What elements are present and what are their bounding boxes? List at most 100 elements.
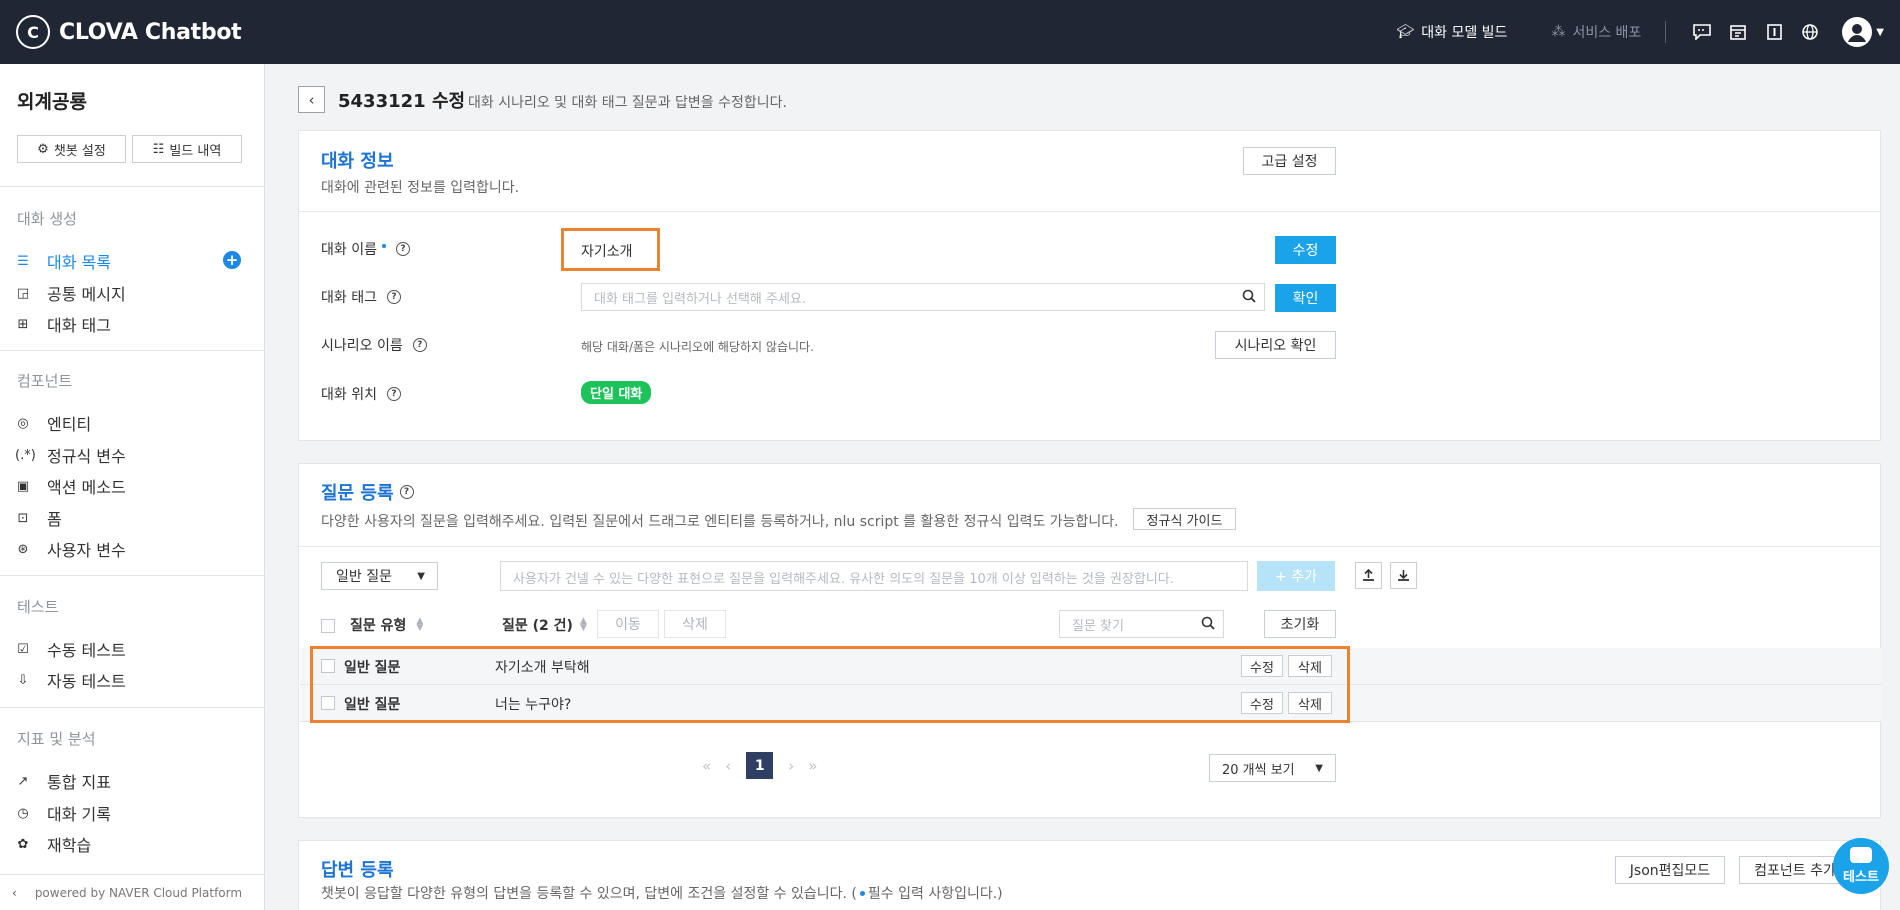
conversation-name-label-text: 대화 이름 <box>321 242 377 258</box>
sidebar-divider <box>0 186 265 187</box>
sidebar-divider <box>0 350 265 351</box>
chevron-down-icon[interactable]: ▼ <box>1876 27 1884 38</box>
advanced-settings-button[interactable]: 고급 설정 <box>1243 147 1336 175</box>
bulk-delete-button[interactable]: 삭제 <box>664 610 726 638</box>
section-analytics: 지표 및 분석 <box>17 730 96 748</box>
page-size-select[interactable]: 20 개씩 보기 ▼ <box>1209 754 1336 782</box>
sidebar-item-regex-variable[interactable]: (.*) 정규식 변수 <box>15 443 126 467</box>
page-title: 5433121 수정 <box>338 91 466 112</box>
globe-icon[interactable] <box>1800 22 1820 42</box>
question-registration-subtitle: 다양한 사용자의 질문을 입력해주세요. 입력된 질문에서 드래그로 엔티티를 … <box>321 514 1119 530</box>
last-page-icon[interactable]: » <box>808 757 817 775</box>
top-navigation-bar: C CLOVA Chatbot 🎓︎ 대화 모델 빌드 ⁂ 서비스 배포 ▼ <box>0 0 1900 64</box>
sidebar-item-auto-test[interactable]: ⇩ 자동 테스트 <box>15 668 126 692</box>
column-question[interactable]: 질문 (2 건) ▲ ▼ <box>502 615 587 635</box>
conversation-name-value[interactable]: 자기소개 <box>581 241 633 261</box>
scenario-name-value: 해당 대화/폼은 시나리오에 해당하지 않습니다. <box>581 340 814 354</box>
graduation-cap-icon: 🎓︎ <box>1396 24 1415 40</box>
help-icon[interactable]: ? <box>399 485 414 499</box>
sidebar-item-entity[interactable]: ◎ 엔티티 <box>15 411 91 435</box>
help-icon[interactable]: ? <box>412 338 427 352</box>
build-history-button[interactable]: ☷ 빌드 내역 <box>132 135 242 163</box>
sidebar-item-retrain[interactable]: ✿ 재학습 <box>15 832 92 856</box>
column-question-type[interactable]: 질문 유형 ▲ ▼ <box>350 615 423 635</box>
json-edit-mode-button[interactable]: Json편집모드 <box>1615 856 1725 884</box>
chatbot-settings-button[interactable]: ⚙ 챗봇 설정 <box>17 135 126 163</box>
build-history-label: 빌드 내역 <box>169 143 222 159</box>
sidebar-item-conversation-log[interactable]: ◷ 대화 기록 <box>15 801 111 825</box>
caret-down-icon: ▼ <box>417 570 425 582</box>
search-icon[interactable] <box>1201 616 1215 634</box>
sidebar-item-manual-test[interactable]: ☑ 수동 테스트 <box>15 637 126 661</box>
answer-registration-title: 답변 등록 <box>321 860 394 881</box>
sidebar-item-common-message[interactable]: ◲ 공통 메시지 <box>15 281 126 305</box>
floating-test-label: 테스트 <box>1843 870 1879 885</box>
confirm-tag-button[interactable]: 확인 <box>1275 284 1336 312</box>
sidebar: 외계공룡 ⚙ 챗봇 설정 ☷ 빌드 내역 대화 생성 ☰ 대화 목록 + ◲ 공… <box>0 64 265 910</box>
question-type-select[interactable]: 일반 질문 ▼ <box>321 562 438 590</box>
calendar-icon[interactable] <box>1728 22 1748 42</box>
help-icon[interactable]: ? <box>395 242 410 256</box>
reset-button[interactable]: 초기화 <box>1264 610 1336 638</box>
question-search-input[interactable]: 질문 찾기 <box>1059 610 1224 638</box>
target-icon: ◎ <box>17 415 29 431</box>
position-badge: 단일 대화 <box>581 381 652 404</box>
user-avatar[interactable] <box>1842 17 1873 47</box>
clock-icon: ◷ <box>17 805 29 821</box>
sidebar-item-stats[interactable]: ↗ 통합 지표 <box>15 769 111 793</box>
user-variable-icon: ⊛ <box>17 541 29 557</box>
chart-line-icon: ↗ <box>17 773 29 789</box>
chevron-left-icon[interactable]: ‹ <box>12 886 17 900</box>
download-button[interactable] <box>1390 562 1417 589</box>
regex-guide-button[interactable]: 정규식 가이드 <box>1133 508 1236 530</box>
sort-icon: ▲ ▼ <box>579 616 587 633</box>
sidebar-divider <box>0 707 265 708</box>
scenario-name-label-text: 시나리오 이름 <box>321 338 403 354</box>
sidebar-footer: ‹ powered by NAVER Cloud Platform <box>0 874 265 910</box>
regex-icon: (.*) <box>15 447 36 463</box>
sidebar-item-form[interactable]: ⊡ 폼 <box>15 506 62 530</box>
sidebar-item-user-variable[interactable]: ⊛ 사용자 변수 <box>15 537 126 561</box>
add-question-button[interactable]: + 추가 <box>1257 561 1335 591</box>
clova-logo[interactable]: C CLOVA Chatbot <box>16 15 242 49</box>
required-dot-icon <box>381 244 386 248</box>
check-scenario-button[interactable]: 시나리오 확인 <box>1215 331 1336 359</box>
sidebar-item-label: 폼 <box>47 510 62 529</box>
book-icon[interactable] <box>1764 22 1784 42</box>
question-input[interactable]: 사용자가 건넬 수 있는 다양한 표현으로 질문을 입력해주세요. 유사한 의도… <box>500 561 1248 591</box>
search-icon[interactable] <box>1242 289 1256 307</box>
page-size-selected: 20 개씩 보기 <box>1222 762 1295 778</box>
chat-icon[interactable] <box>1692 22 1712 42</box>
add-conversation-button[interactable]: + <box>223 251 241 269</box>
select-all-checkbox[interactable] <box>321 619 335 633</box>
sidebar-item-label: 액션 메소드 <box>47 478 126 497</box>
answer-registration-subtitle: 챗봇이 응답할 다양한 유형의 답변을 등록할 수 있으며, 답변에 조건을 설… <box>321 883 1003 903</box>
list-icon: ☰ <box>17 253 29 269</box>
sidebar-item-action-method[interactable]: ▣ 액션 메소드 <box>15 474 126 498</box>
edit-name-button[interactable]: 수정 <box>1275 236 1336 264</box>
help-icon[interactable]: ? <box>386 290 401 304</box>
answer-subtitle-end: 필수 입력 사항입니다.) <box>867 886 1003 902</box>
section-components: 컴포넌트 <box>17 372 73 390</box>
current-page[interactable]: 1 <box>746 752 774 779</box>
column-question-type-label: 질문 유형 <box>350 618 407 634</box>
sidebar-item-conversation-tag[interactable]: ⊞ 대화 태그 <box>15 312 111 336</box>
prev-page-icon[interactable]: ‹ <box>725 757 731 775</box>
build-model-link[interactable]: 🎓︎ 대화 모델 빌드 <box>1396 22 1507 42</box>
back-button[interactable]: ‹ <box>298 86 325 113</box>
sitemap-icon: ⁂ <box>1551 24 1566 40</box>
move-button[interactable]: 이동 <box>597 610 659 638</box>
build-model-label: 대화 모델 빌드 <box>1421 25 1508 41</box>
caret-down-icon: ▼ <box>1315 762 1323 774</box>
first-page-icon[interactable]: « <box>702 757 711 775</box>
conversation-position-label-text: 대화 위치 <box>321 387 377 403</box>
conversation-tag-input[interactable]: 대화 태그를 입력하거나 선택해 주세요. <box>581 283 1265 311</box>
app-title: CLOVA Chatbot <box>59 19 242 45</box>
sidebar-item-conversation-list[interactable]: ☰ 대화 목록 <box>15 249 111 273</box>
download-box-icon: ⇩ <box>17 672 29 688</box>
next-page-icon[interactable]: › <box>788 757 794 775</box>
service-deploy-link[interactable]: ⁂ 서비스 배포 <box>1551 22 1641 42</box>
help-icon[interactable]: ? <box>386 387 401 401</box>
floating-test-button[interactable]: 테스트 <box>1833 838 1889 894</box>
upload-button[interactable] <box>1355 562 1382 589</box>
